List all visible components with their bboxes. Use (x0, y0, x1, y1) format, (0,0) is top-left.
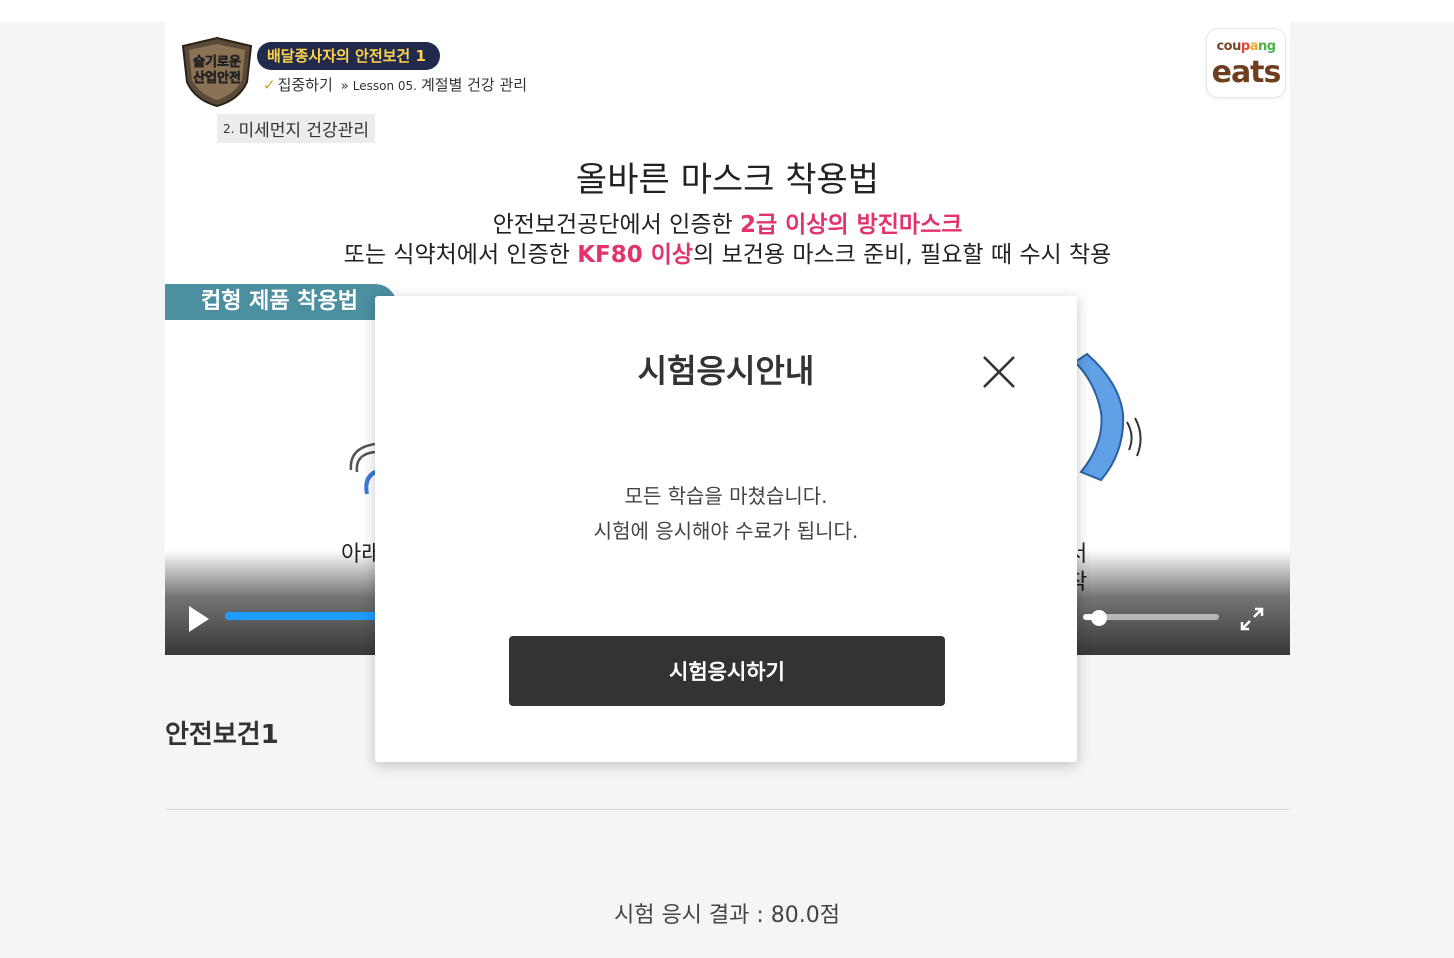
exam-result: 시험 응시 결과 : 80.0점 (613, 903, 841, 928)
section-label: 미세먼지 건강관리 (238, 121, 369, 141)
brand-top: coupang (1216, 39, 1276, 54)
volume-knob[interactable] (1091, 610, 1108, 626)
course-logo: 슬기로운 산업안전 (181, 36, 253, 108)
svg-text:산업안전: 산업안전 (193, 70, 241, 86)
slide-line-1: 안전보건공단에서 인증한 2급 이상의 방진마스크 (492, 212, 963, 238)
breadcrumb-lesson-title: 계절별 건강 관리 (420, 76, 528, 94)
modal-message-line-1: 모든 학습을 마쳤습니다. (624, 484, 828, 508)
progress-fill (225, 612, 393, 620)
cup-type-tab: 컵형 제품 착용법 (165, 284, 397, 320)
close-icon[interactable] (981, 354, 1017, 390)
take-exam-button[interactable]: 시험응시하기 (509, 636, 945, 706)
course-title: 배달종사자의 안전보건 1 (257, 42, 440, 70)
play-icon[interactable] (189, 606, 209, 632)
breadcrumb-lesson: Lesson 05. (352, 79, 417, 93)
divider (165, 809, 1290, 810)
svg-text:슬기로운: 슬기로운 (193, 55, 241, 70)
modal-message-line-2: 시험에 응시해야 수료가 됩니다. (593, 519, 859, 543)
breadcrumb-focus: 집중하기 (277, 76, 333, 94)
section-number: 2. (223, 122, 235, 136)
breadcrumb-separator: » (340, 79, 349, 94)
slide-heading: 올바른 마스크 착용법 (575, 160, 880, 200)
slide-line-2: 또는 식약처에서 인증한 KF80 이상의 보건용 마스크 준비, 필요할 때 … (343, 242, 1112, 268)
brand-main: eats (1211, 55, 1282, 90)
modal-title: 시험응시안내 (637, 352, 815, 390)
course-name: 안전보건1 (165, 720, 279, 750)
hand-illustration (1073, 352, 1142, 482)
top-strip (0, 0, 1454, 22)
check-icon: ✓ (263, 76, 276, 94)
coupang-eats-logo: coupang eats (1206, 28, 1286, 98)
section-tag: 2. 미세먼지 건강관리 (217, 114, 375, 143)
breadcrumb: ✓ 집중하기 » Lesson 05. 계절별 건강 관리 (263, 74, 527, 95)
fullscreen-icon[interactable] (1239, 606, 1265, 632)
page: 슬기로운 산업안전 배달종사자의 안전보건 1 ✓ 집중하기 » Lesson 05.… (0, 0, 1454, 958)
exam-notice-modal: 시험응시안내 모든 학습을 마쳤습니다. 시험에 응시해야 수료가 됩니다. 시… (375, 296, 1077, 762)
highlight-text: KF80 이상 (577, 242, 694, 268)
